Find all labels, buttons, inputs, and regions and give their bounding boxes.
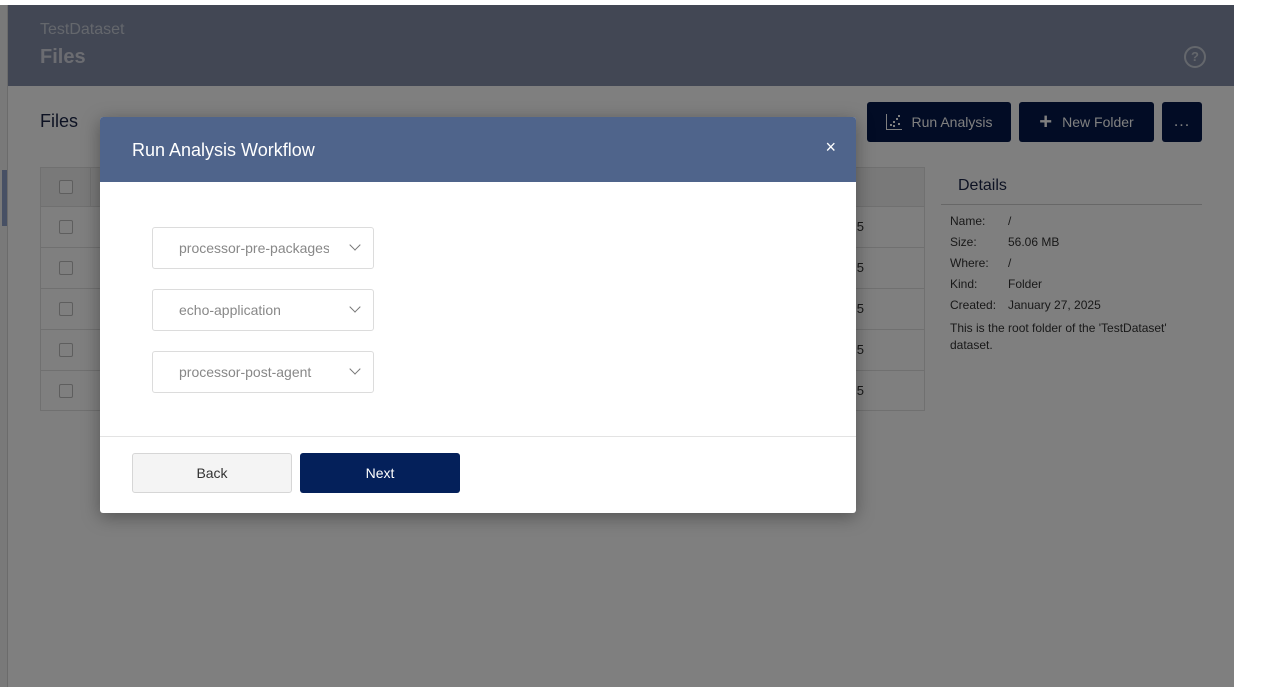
post-processor-select[interactable]: processor-post-agent (152, 351, 374, 393)
chevron-down-icon (349, 363, 361, 375)
dialog-header: Run Analysis Workflow × (100, 117, 856, 182)
chevron-down-icon (349, 239, 361, 251)
select-value: processor-post-agent (179, 364, 312, 380)
select-value: echo-application (179, 302, 281, 318)
back-button[interactable]: Back (132, 453, 292, 493)
run-analysis-dialog: Run Analysis Workflow × processor-pre-pa… (100, 117, 856, 513)
application-select[interactable]: echo-application (152, 289, 374, 331)
dialog-footer: Back Next (100, 436, 856, 513)
chevron-down-icon (349, 301, 361, 313)
app-window: TestDataset Files ? Files Run Analysis +… (0, 5, 1234, 687)
select-value: processor-pre-packages (179, 240, 329, 256)
close-icon[interactable]: × (825, 137, 836, 158)
next-button[interactable]: Next (300, 453, 460, 493)
dialog-title: Run Analysis Workflow (132, 140, 315, 160)
pre-processor-select[interactable]: processor-pre-packages (152, 227, 374, 269)
